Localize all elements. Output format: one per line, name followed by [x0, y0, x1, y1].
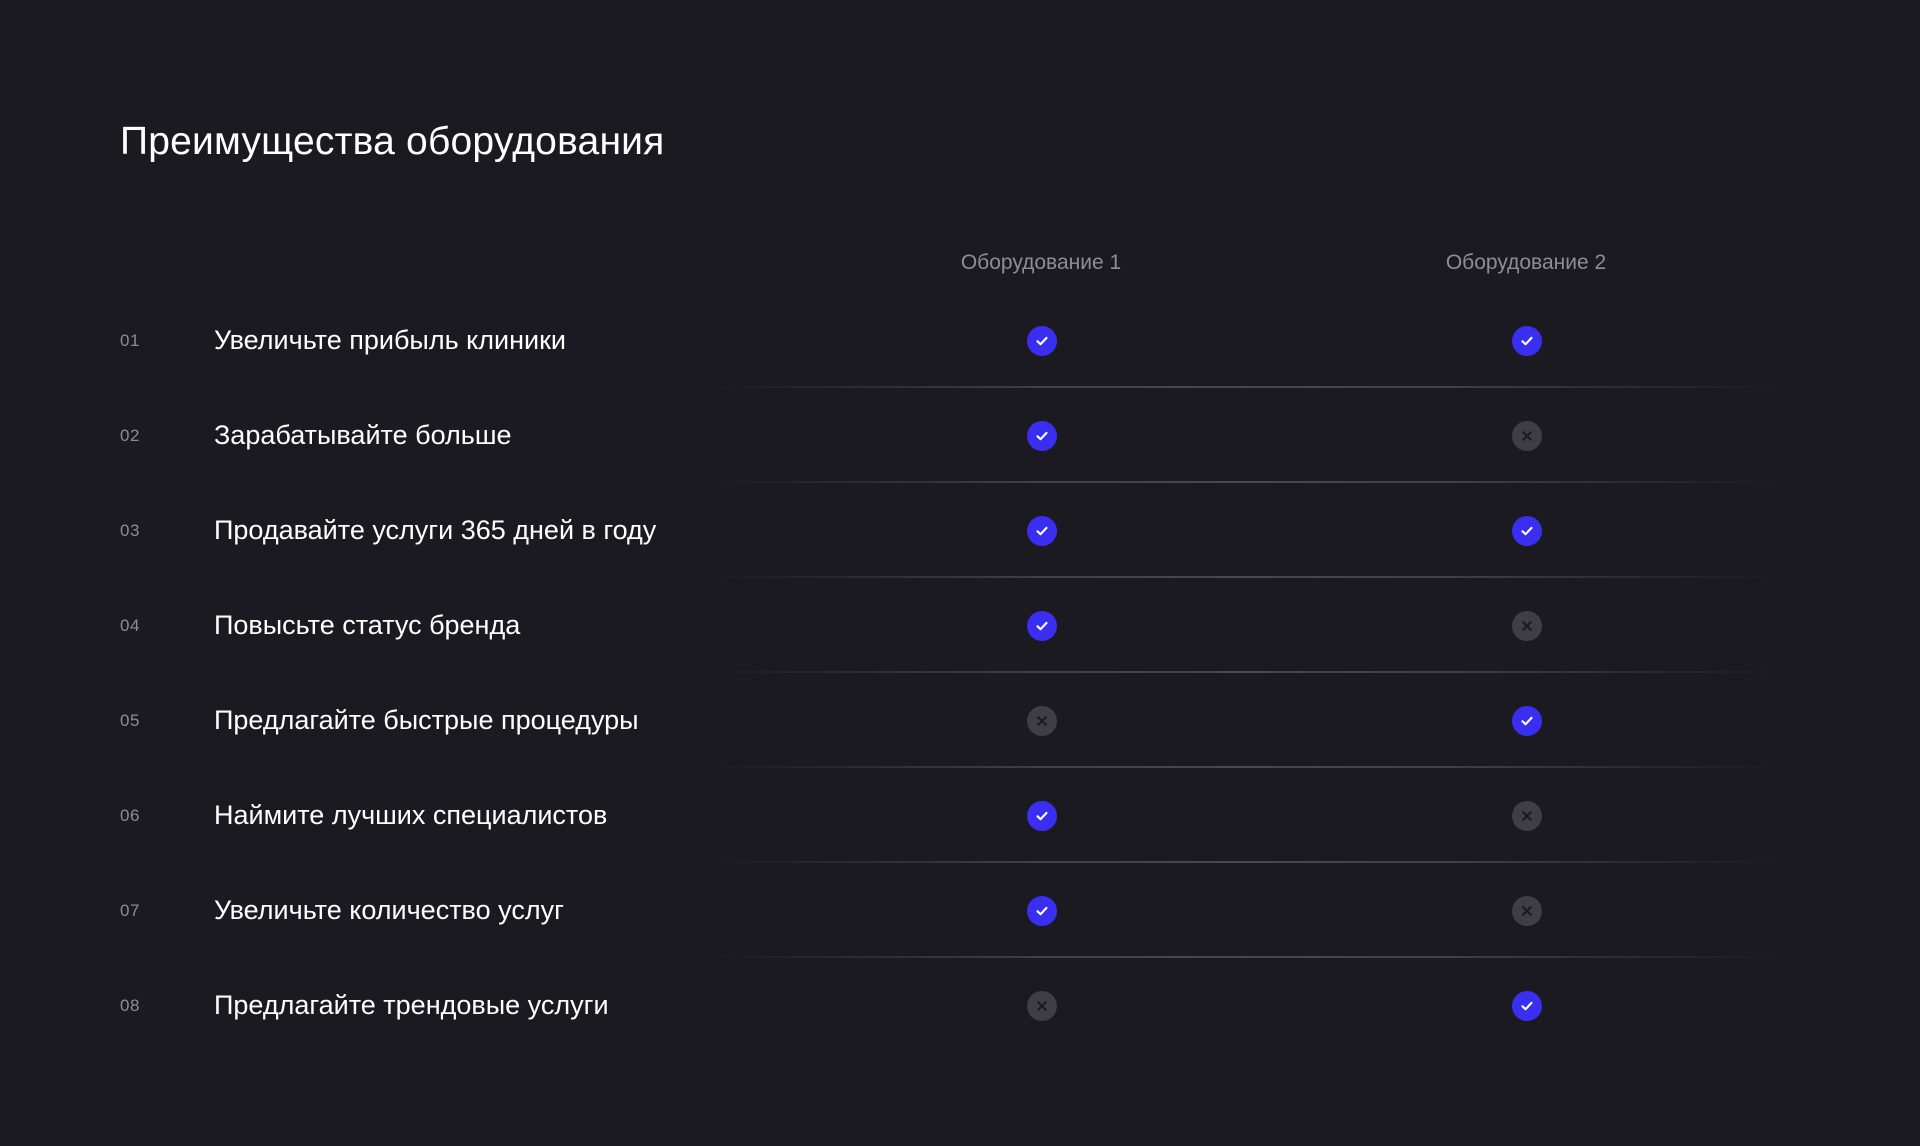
check-circle-icon	[1512, 326, 1542, 356]
cross-circle-icon	[1512, 896, 1542, 926]
check-circle-icon	[1512, 516, 1542, 546]
check-circle-icon	[1027, 516, 1057, 546]
check-circle-icon	[1027, 421, 1057, 451]
table-row: 07 Увеличьте количество услуг	[0, 863, 1920, 958]
table-row: 08 Предлагайте трендовые услуги	[0, 958, 1920, 1053]
row-label: Увеличьте количество услуг	[214, 895, 564, 925]
check-circle-icon	[1027, 801, 1057, 831]
row-label: Продавайте услуги 365 дней в году	[214, 515, 657, 545]
comparison-page: Преимущества оборудования Оборудование 1…	[0, 0, 1920, 1146]
comparison-table: 01 Увеличьте прибыль клиники 02 Зарабаты…	[0, 293, 1920, 1053]
check-circle-icon	[1027, 326, 1057, 356]
row-number: 02	[120, 426, 140, 445]
row-label: Повысьте статус бренда	[214, 610, 521, 640]
row-label: Наймите лучших специалистов	[214, 800, 608, 830]
row-label: Предлагайте трендовые услуги	[214, 990, 609, 1020]
row-number: 04	[120, 616, 140, 635]
cross-circle-icon	[1027, 706, 1057, 736]
row-number: 05	[120, 711, 140, 730]
cross-circle-icon	[1512, 611, 1542, 641]
row-number: 03	[120, 521, 140, 540]
table-row: 03 Продавайте услуги 365 дней в году	[0, 483, 1920, 578]
row-number: 08	[120, 996, 140, 1015]
cross-circle-icon	[1512, 801, 1542, 831]
column-header-equipment-2: Оборудование 2	[1445, 251, 1607, 274]
row-number: 06	[120, 806, 140, 825]
row-number: 01	[120, 331, 140, 350]
check-circle-icon	[1027, 611, 1057, 641]
table-row: 04 Повысьте статус бренда	[0, 578, 1920, 673]
check-circle-icon	[1512, 991, 1542, 1021]
table-row: 01 Увеличьте прибыль клиники	[0, 293, 1920, 388]
cross-circle-icon	[1027, 991, 1057, 1021]
cross-circle-icon	[1512, 421, 1542, 451]
page-title: Преимущества оборудования	[120, 120, 665, 163]
row-label: Предлагайте быстрые процедуры	[214, 705, 639, 735]
table-row: 02 Зарабатывайте больше	[0, 388, 1920, 483]
table-row: 05 Предлагайте быстрые процедуры	[0, 673, 1920, 768]
table-row: 06 Наймите лучших специалистов	[0, 768, 1920, 863]
check-circle-icon	[1512, 706, 1542, 736]
check-circle-icon	[1027, 896, 1057, 926]
column-header-equipment-1: Оборудование 1	[960, 251, 1122, 274]
row-number: 07	[120, 901, 140, 920]
row-label: Увеличьте прибыль клиники	[214, 325, 566, 355]
row-label: Зарабатывайте больше	[214, 420, 512, 450]
